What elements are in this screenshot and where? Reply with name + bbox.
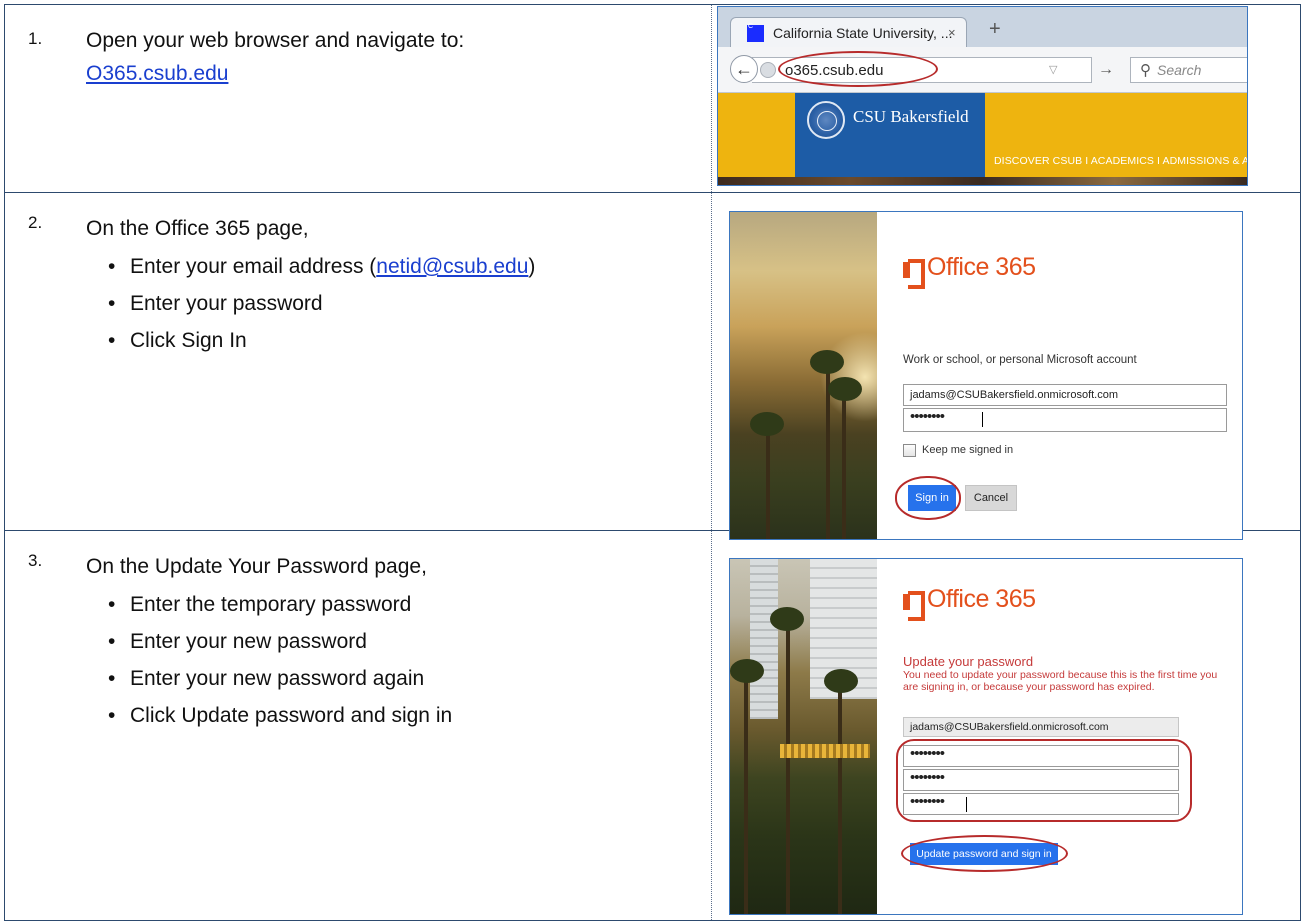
email-value: jadams@CSUBakersfield.onmicrosoft.com: [910, 721, 1109, 733]
netid-email-link[interactable]: netid@csub.edu: [376, 255, 528, 278]
office365-brand: Office 365: [927, 253, 1036, 281]
bridge-railing: [780, 744, 870, 758]
step-title: Open your web browser and navigate to:: [86, 29, 465, 52]
palm-trunk: [842, 387, 846, 539]
office365-signin-screenshot: Office 365 Work or school, or personal M…: [729, 211, 1243, 540]
csub-favicon-icon: [747, 23, 764, 42]
keep-signed-in-label: Keep me signed in: [922, 444, 1014, 456]
bullet-item: Enter your new password: [108, 623, 452, 660]
bullet-item: Enter your new password again: [108, 660, 452, 697]
tab-title: California State University, ...: [773, 25, 953, 41]
office-logo-icon: [903, 259, 925, 289]
step-number: 3.: [28, 551, 43, 570]
browser-screenshot: California State University, ... × + o36…: [717, 6, 1248, 186]
email-field[interactable]: jadams@CSUBakersfield.onmicrosoft.com: [903, 384, 1227, 406]
browser-tab-bar: California State University, ... × +: [718, 7, 1247, 48]
building-left: [750, 559, 778, 719]
update-password-message: You need to update your password because…: [903, 669, 1218, 681]
bullet-item: Enter the temporary password: [108, 586, 452, 623]
palm-trunk: [766, 422, 770, 539]
cancel-button[interactable]: Cancel: [965, 485, 1017, 511]
o365-link[interactable]: O365.csub.edu: [86, 62, 228, 86]
password-fields-highlight: [896, 739, 1192, 822]
csub-seal-icon: [807, 101, 845, 139]
browser-tab[interactable]: California State University, ... ×: [730, 17, 967, 48]
email-field-readonly: jadams@CSUBakersfield.onmicrosoft.com: [903, 717, 1179, 737]
close-tab-icon[interactable]: ×: [948, 25, 956, 40]
update-password-heading: Update your password: [903, 654, 1034, 669]
csub-site-banner: CSU Bakersfield DISCOVER CSUB I ACADEMIC…: [718, 93, 1247, 185]
step-title: On the Update Your Password page,: [86, 555, 427, 578]
sign-in-highlight-oval: [895, 476, 961, 520]
palm-fronds: [810, 350, 844, 374]
globe-icon: [760, 62, 776, 78]
palm-fronds: [750, 412, 784, 436]
url-highlight-oval: [778, 51, 938, 87]
csub-logo-block[interactable]: CSU Bakersfield: [795, 93, 985, 179]
office-logo-icon: [903, 591, 925, 621]
password-mask: ••••••••: [910, 408, 945, 425]
step-number: 2.: [28, 213, 43, 232]
palm-trunk: [744, 669, 748, 914]
office365-brand: Office 365: [927, 585, 1036, 613]
new-tab-icon[interactable]: +: [989, 19, 1001, 39]
account-prompt: Work or school, or personal Microsoft ac…: [903, 354, 1137, 366]
bullet-item: Click Sign In: [108, 322, 535, 359]
site-name: CSU Bakersfield: [853, 107, 969, 126]
go-arrow-icon[interactable]: →: [1098, 61, 1114, 79]
bullet-item: Enter your password: [108, 285, 535, 322]
search-icon: ⚲: [1140, 62, 1151, 79]
search-placeholder: Search: [1157, 62, 1202, 78]
text-caret: [982, 412, 983, 427]
palm-trunk: [786, 619, 790, 914]
step-number: 1.: [28, 29, 43, 48]
url-dropdown-icon[interactable]: ▽: [1049, 63, 1057, 76]
bullet-text: ): [528, 255, 536, 278]
site-nav-links[interactable]: DISCOVER CSUB I ACADEMICS I ADMISSIONS &…: [994, 155, 1247, 167]
bullet-item: Click Update password and sign in: [108, 697, 452, 734]
palm-fronds: [824, 669, 858, 693]
sunset-palms-photo: [730, 212, 877, 539]
update-button-highlight: [901, 835, 1068, 872]
palm-fronds: [828, 377, 862, 401]
step-bullets: Enter the temporary password Enter your …: [108, 586, 452, 734]
banner-photo-strip: [718, 177, 1247, 185]
email-value: jadams@CSUBakersfield.onmicrosoft.com: [910, 389, 1119, 401]
browser-nav-bar: o365.csub.edu ▽ ← → ⚲ Search: [718, 47, 1247, 93]
palm-trunk: [838, 679, 842, 914]
password-field[interactable]: ••••••••: [903, 408, 1227, 432]
palm-fronds: [770, 607, 804, 631]
palm-fronds: [730, 659, 764, 683]
step-bullets: Enter your email address (netid@csub.edu…: [108, 248, 536, 359]
update-password-message: are signing in, or because your password…: [903, 681, 1155, 693]
browser-search-box[interactable]: ⚲ Search: [1130, 57, 1247, 83]
bullet-text: Enter your email address (: [130, 255, 377, 278]
step-title: On the Office 365 page,: [86, 217, 309, 240]
bullet-item: Enter your email address (netid@csub.edu…: [108, 248, 536, 285]
keep-signed-in-checkbox[interactable]: [903, 444, 916, 457]
back-arrow-icon[interactable]: ←: [730, 55, 758, 83]
palms-building-photo: [730, 559, 877, 914]
office365-update-password-screenshot: Office 365 Update your password You need…: [729, 558, 1243, 915]
